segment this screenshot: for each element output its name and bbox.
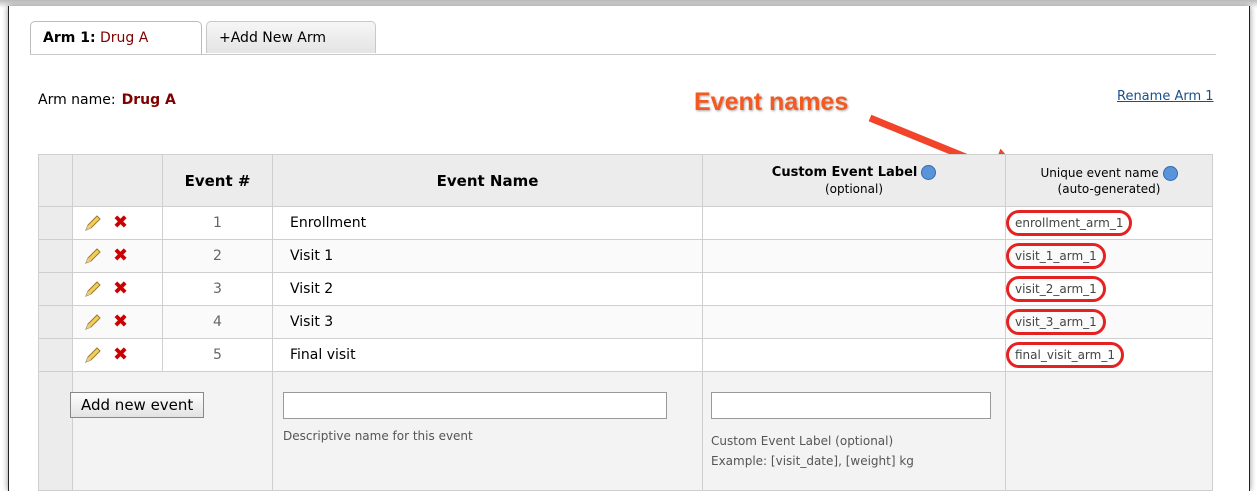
- header-custom-label-title: Custom Event Label: [771, 165, 918, 180]
- row-spacer: [38, 206, 73, 240]
- arm-name-row: Arm name: Drug A: [38, 92, 176, 108]
- event-name-hint: Descriptive name for this event: [283, 429, 473, 443]
- row-actions: ✖: [72, 305, 163, 339]
- unique-name-highlight: final_visit_arm_1: [1006, 342, 1124, 368]
- event-number: 4: [162, 305, 273, 339]
- tab-arm-1-prefix: Arm 1:: [43, 30, 96, 46]
- table-row: ✖ 1 Enrollment enrollment_arm_1: [38, 206, 1213, 240]
- custom-label-cell: [702, 338, 1006, 372]
- event-number: 5: [162, 338, 273, 372]
- custom-label-hint-title: Custom Event Label (optional): [711, 434, 894, 448]
- custom-label-cell: [702, 239, 1006, 273]
- unique-name-cell: visit_3_arm_1: [1005, 305, 1213, 339]
- custom-label-cell: [702, 272, 1006, 306]
- unique-name-highlight: visit_1_arm_1: [1006, 243, 1106, 269]
- help-icon[interactable]: [921, 165, 937, 180]
- pencil-icon[interactable]: [83, 345, 103, 365]
- event-name: Enrollment: [272, 206, 703, 240]
- unique-name-footer-cell: [1005, 371, 1213, 491]
- custom-label-hint-example: Example: [visit_date], [weight] kg: [711, 454, 914, 468]
- table-row: ✖ 2 Visit 1 visit_1_arm_1: [38, 239, 1213, 273]
- event-name: Visit 1: [272, 239, 703, 273]
- help-icon[interactable]: [1162, 165, 1178, 181]
- arm-name-value: Drug A: [121, 92, 176, 108]
- event-number: 2: [162, 239, 273, 273]
- custom-label-input[interactable]: [711, 392, 991, 419]
- delete-icon[interactable]: ✖: [113, 214, 128, 232]
- arm-name-label: Arm name:: [38, 92, 116, 108]
- delete-icon[interactable]: ✖: [113, 346, 128, 364]
- header-unique-name: Unique event name (auto-generated): [1005, 154, 1213, 207]
- pencil-icon[interactable]: [83, 246, 103, 266]
- row-spacer: [38, 239, 73, 273]
- tab-arm-1-name: Drug A: [100, 30, 149, 46]
- events-table: Event # Event Name Custom Event Label (o…: [38, 154, 1213, 491]
- pencil-icon[interactable]: [83, 279, 103, 299]
- rename-arm-link[interactable]: Rename Arm 1: [1117, 89, 1214, 104]
- row-spacer: [38, 371, 73, 491]
- row-spacer: [38, 272, 73, 306]
- table-row: ✖ 5 Final visit final_visit_arm_1: [38, 338, 1213, 372]
- header-custom-label-sub: (optional): [825, 182, 883, 196]
- header-custom-label: Custom Event Label (optional): [702, 154, 1006, 207]
- row-actions: ✖: [72, 338, 163, 372]
- unique-name-highlight: enrollment_arm_1: [1006, 210, 1133, 236]
- row-spacer: [38, 338, 73, 372]
- pencil-icon[interactable]: [83, 312, 103, 332]
- tab-arm-1[interactable]: Arm 1: Drug A: [30, 21, 202, 55]
- event-name: Final visit: [272, 338, 703, 372]
- pencil-icon[interactable]: [83, 213, 103, 233]
- custom-label-input-cell: Custom Event Label (optional) Example: […: [702, 371, 1006, 491]
- header-actions: [72, 154, 163, 207]
- unique-name-cell: final_visit_arm_1: [1005, 338, 1213, 372]
- add-new-event-button[interactable]: Add new event: [70, 392, 205, 418]
- row-spacer: [38, 305, 73, 339]
- custom-label-cell: [702, 305, 1006, 339]
- header-event-name: Event Name: [272, 154, 703, 207]
- unique-name-highlight: visit_3_arm_1: [1006, 309, 1106, 335]
- tab-add-new-arm[interactable]: +Add New Arm: [206, 21, 376, 53]
- unique-name-cell: enrollment_arm_1: [1005, 206, 1213, 240]
- event-name-input[interactable]: [283, 392, 667, 419]
- delete-icon[interactable]: ✖: [113, 280, 128, 298]
- custom-label-cell: [702, 206, 1006, 240]
- table-header-row: Event # Event Name Custom Event Label (o…: [38, 154, 1213, 207]
- event-name: Visit 3: [272, 305, 703, 339]
- add-button-cell: Add new event: [70, 371, 273, 491]
- row-actions: ✖: [72, 272, 163, 306]
- unique-name-cell: visit_2_arm_1: [1005, 272, 1213, 306]
- header-unique-name-title: Unique event name: [1040, 165, 1159, 180]
- table-row: ✖ 4 Visit 3 visit_3_arm_1: [38, 305, 1213, 339]
- delete-icon[interactable]: ✖: [113, 313, 128, 331]
- tab-divider: [30, 54, 1216, 55]
- header-spacer: [38, 154, 73, 207]
- row-actions: ✖: [72, 239, 163, 273]
- delete-icon[interactable]: ✖: [113, 247, 128, 265]
- event-name: Visit 2: [272, 272, 703, 306]
- event-name-input-cell: Descriptive name for this event: [272, 371, 703, 491]
- custom-label-hint: Custom Event Label (optional) Example: […: [711, 431, 1005, 471]
- unique-name-cell: visit_1_arm_1: [1005, 239, 1213, 273]
- header-unique-name-sub: (auto-generated): [1057, 181, 1161, 196]
- add-event-row: Add new event Descriptive name for this …: [38, 371, 1213, 491]
- header-event-number: Event #: [162, 154, 273, 207]
- event-names-callout: Event names: [694, 88, 849, 116]
- event-number: 1: [162, 206, 273, 240]
- table-row: ✖ 3 Visit 2 visit_2_arm_1: [38, 272, 1213, 306]
- event-number: 3: [162, 272, 273, 306]
- unique-name-highlight: visit_2_arm_1: [1006, 276, 1106, 302]
- row-actions: ✖: [72, 206, 163, 240]
